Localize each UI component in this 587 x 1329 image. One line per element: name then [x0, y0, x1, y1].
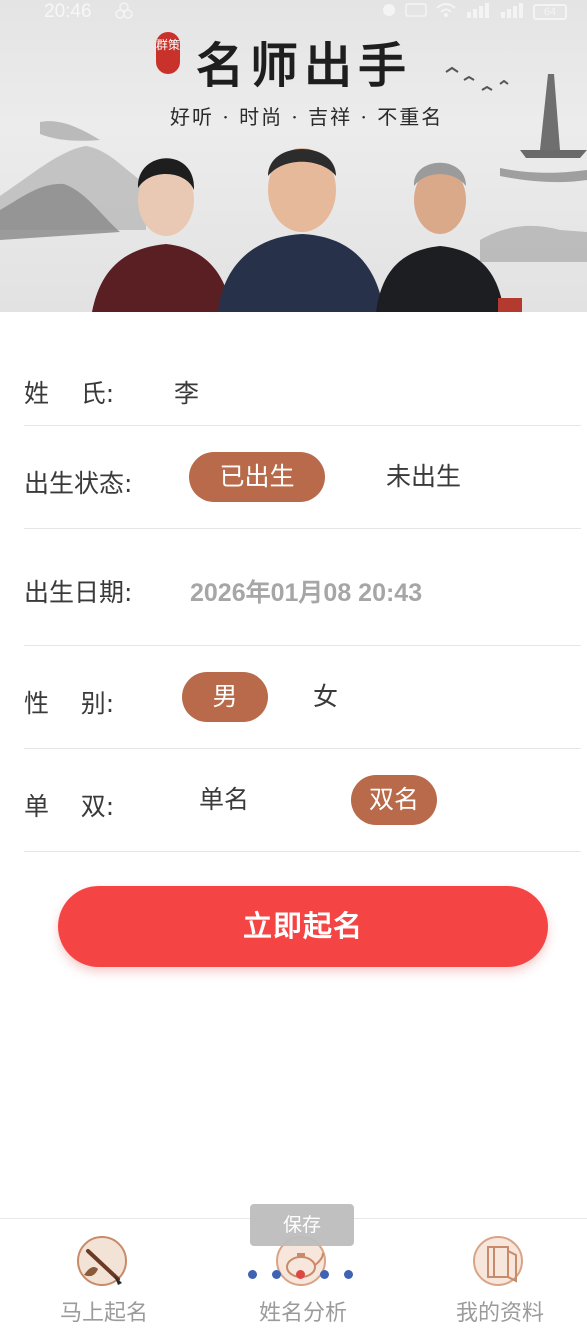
single-name-option[interactable]: 单名 [199, 775, 249, 825]
name-length-label: 单 双: [24, 792, 115, 821]
banner-title: 名师出手 [196, 38, 413, 94]
loading-dot [320, 1270, 329, 1279]
hd-icon [405, 3, 427, 21]
status-bar: 20:46 64 [0, 0, 587, 26]
save-toast: 保存 [250, 1204, 354, 1246]
status-time: 20:46 [44, 1, 92, 22]
battery-icon: 64 [533, 4, 567, 20]
tab-label: 我的资料 [455, 1301, 544, 1326]
loading-dot [296, 1270, 305, 1279]
tab-label: 姓名分析 [258, 1301, 347, 1326]
tab-quick-naming[interactable]: 马上起名 [6, 1219, 202, 1329]
presenter-man-center-figure [218, 148, 384, 312]
gender-female-option[interactable]: 女 [313, 672, 338, 722]
alarm-icon [381, 2, 397, 22]
birth-date-picker[interactable]: 2026年01月08 20:43 [190, 573, 422, 609]
start-naming-button[interactable]: 立即起名 [58, 886, 548, 967]
birth-status-label: 出生状态: [24, 469, 133, 498]
naming-form: 姓 氏: 李 出生状态: 已出生 未出生 出生日期: 2026年01月08 20… [24, 338, 581, 852]
loading-dots [248, 1270, 358, 1280]
gender-male-option[interactable]: 男 [182, 672, 268, 722]
header-banner: 20:46 64 群策 名师出手 好听 · 时尚 · 吉祥 · 不重名 [0, 0, 587, 312]
birth-date-label: 出生日期: [24, 578, 133, 607]
surname-row: 姓 氏: 李 [24, 338, 581, 426]
brush-icon [77, 1236, 127, 1286]
surname-input[interactable]: 李 [174, 374, 199, 410]
birth-status-born-option[interactable]: 已出生 [189, 452, 325, 502]
surname-label: 姓 氏: [24, 379, 115, 408]
logo-seal: 群策 [156, 32, 180, 74]
wifi-icon [435, 2, 457, 22]
banner-subtitle: 好听 · 时尚 · 吉祥 · 不重名 [170, 105, 444, 129]
gender-label: 性 别: [24, 689, 115, 718]
birth-status-row: 出生状态: 已出生 未出生 [24, 426, 581, 529]
loading-dot [272, 1270, 281, 1279]
signal-icon-2 [499, 2, 525, 22]
app-notification-icon [114, 2, 134, 24]
loading-dot [248, 1270, 257, 1279]
double-name-option[interactable]: 双名 [351, 775, 437, 825]
tab-label: 马上起名 [59, 1301, 148, 1326]
tab-my-profile[interactable]: 我的资料 [402, 1219, 587, 1329]
birth-date-row: 出生日期: 2026年01月08 20:43 [24, 529, 581, 646]
birth-status-unborn-option[interactable]: 未出生 [386, 452, 461, 502]
book-icon [473, 1236, 523, 1286]
gender-row: 性 别: 男 女 [24, 646, 581, 749]
loading-dot [344, 1270, 353, 1279]
name-length-row: 单 双: 单名 双名 [24, 749, 581, 852]
signal-icon-1 [465, 2, 491, 22]
